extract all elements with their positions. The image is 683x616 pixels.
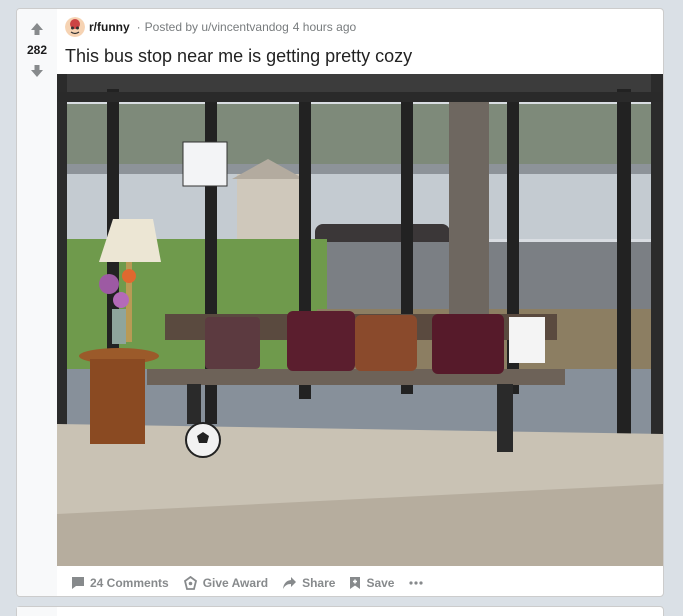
post-actions: 24 Comments Give Award Share Save <box>57 571 437 595</box>
next-post-card[interactable] <box>16 606 664 616</box>
more-dots-icon <box>409 581 424 585</box>
share-label: Share <box>302 576 336 590</box>
subreddit-avatar[interactable] <box>65 17 85 37</box>
share-icon <box>283 577 297 589</box>
posted-by[interactable]: Posted by u/vincentvandog <box>145 20 289 34</box>
post-time[interactable]: 4 hours ago <box>293 20 356 34</box>
give-award-button[interactable]: Give Award <box>177 574 274 593</box>
post-card[interactable]: 282 r/funny · Posted by u/vincentvandog … <box>16 8 664 597</box>
downvote-button[interactable] <box>25 59 49 83</box>
subreddit-link[interactable]: r/funny <box>89 20 130 34</box>
save-label: Save <box>366 576 395 590</box>
post-meta: r/funny · Posted by u/vincentvandog 4 ho… <box>65 17 356 37</box>
bus-stop-photo <box>57 74 663 566</box>
next-post-vote-rail <box>17 607 57 616</box>
vote-count: 282 <box>26 43 48 57</box>
award-icon <box>183 575 197 590</box>
upvote-arrow-icon <box>31 23 43 35</box>
post-image[interactable] <box>57 74 663 566</box>
more-options-button[interactable] <box>402 574 435 592</box>
save-button[interactable]: Save <box>343 574 400 592</box>
bookmark-icon <box>350 577 361 589</box>
post-title[interactable]: This bus stop near me is getting pretty … <box>65 45 412 67</box>
post-content: r/funny · Posted by u/vincentvandog 4 ho… <box>57 9 663 596</box>
award-label: Give Award <box>202 576 269 590</box>
subreddit-logo-icon <box>65 17 85 37</box>
comment-icon <box>72 577 84 589</box>
share-button[interactable]: Share <box>276 574 341 592</box>
vote-rail: 282 <box>17 9 57 596</box>
upvote-button[interactable] <box>25 17 49 41</box>
comments-button[interactable]: 24 Comments <box>65 574 175 592</box>
downvote-arrow-icon <box>31 65 43 77</box>
meta-separator: · <box>136 20 141 34</box>
comments-label: 24 Comments <box>90 576 169 590</box>
